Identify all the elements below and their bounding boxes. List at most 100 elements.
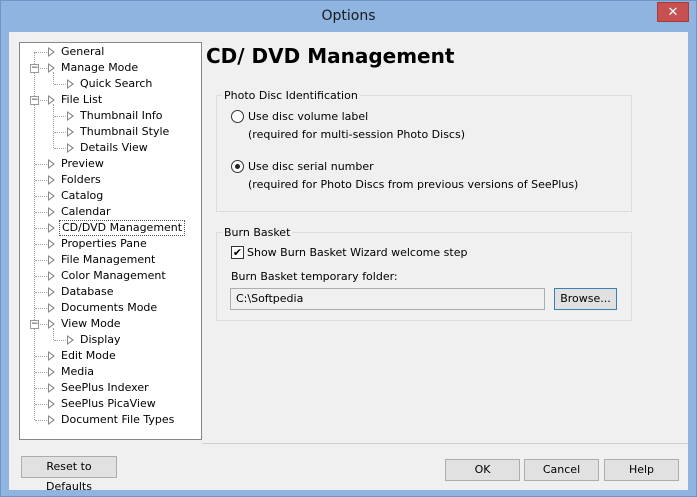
tree-node-icon: [48, 303, 55, 313]
cancel-button[interactable]: Cancel: [524, 459, 599, 481]
tree-branch-line: [35, 196, 47, 197]
tree-branch-line: [35, 292, 47, 293]
tree-node-icon: [48, 223, 55, 233]
tree-item[interactable]: Media: [20, 364, 201, 380]
tree-branch-line: [35, 308, 47, 309]
tree-node-icon: [48, 175, 55, 185]
tree-item-label: Catalog: [61, 189, 104, 202]
tree-item[interactable]: − View Mode: [20, 316, 201, 332]
disc-volume-label-note: (required for multi-session Photo Discs): [248, 128, 465, 141]
tree-node-icon: [67, 143, 74, 153]
browse-button[interactable]: Browse...: [554, 288, 617, 310]
tree-branch-line: [35, 388, 47, 389]
options-tree[interactable]: General − Manage Mode Quick Search − File Lis…: [19, 42, 202, 440]
reset-defaults-button[interactable]: Reset to Defaults: [21, 456, 117, 493]
tree-item-label: File List: [61, 93, 103, 106]
tree-branch-line: [54, 148, 66, 149]
tree-item[interactable]: Database: [20, 284, 201, 300]
tree-item[interactable]: SeePlus Indexer: [20, 380, 201, 396]
tree-item[interactable]: SeePlus PicaView: [20, 396, 201, 412]
window-title: Options: [321, 8, 376, 24]
tree-branch-line: [54, 84, 66, 85]
dialog-client-area: General − Manage Mode Quick Search − File Lis…: [9, 32, 688, 493]
burn-wizard-label[interactable]: Show Burn Basket Wizard welcome step: [247, 246, 467, 259]
burn-wizard-checkbox[interactable]: ✔: [231, 246, 244, 259]
tree-node-icon: [48, 255, 55, 265]
tree-item[interactable]: Catalog: [20, 188, 201, 204]
tree-branch-line: [35, 420, 47, 421]
tree-item[interactable]: Quick Search: [20, 76, 201, 92]
tree-item-label: Database: [61, 285, 114, 298]
disc-serial-number-radio[interactable]: [231, 160, 244, 173]
tree-node-icon: [48, 383, 55, 393]
tree-item-label: File Management: [61, 253, 156, 266]
tree-item[interactable]: Properties Pane: [20, 236, 201, 252]
tree-node-icon: [48, 319, 55, 329]
tree-item-label: SeePlus PicaView: [61, 397, 156, 410]
help-button[interactable]: Help: [604, 459, 679, 481]
tree-node-icon: [67, 111, 74, 121]
temp-folder-input[interactable]: C:\Softpedia: [230, 288, 545, 310]
tree-item-label: Edit Mode: [61, 349, 116, 362]
tree-collapse-icon[interactable]: −: [30, 96, 39, 105]
tree-node-icon: [48, 287, 55, 297]
tree-item[interactable]: Folders: [20, 172, 201, 188]
tree-branch-line: [54, 132, 66, 133]
tree-item-label: Quick Search: [80, 77, 153, 90]
disc-serial-number-note: (required for Photo Discs from previous …: [248, 178, 579, 191]
tree-item[interactable]: Display: [20, 332, 201, 348]
tree-branch-line: [54, 116, 66, 117]
tree-node-icon: [48, 47, 55, 57]
tree-item-label: Documents Mode: [61, 301, 158, 314]
tree-item[interactable]: Calendar: [20, 204, 201, 220]
tree-item-label: Details View: [80, 141, 148, 154]
tree-item-label: Display: [80, 333, 121, 346]
tree-item[interactable]: − File List: [20, 92, 201, 108]
tree-node-icon: [48, 415, 55, 425]
tree-item-label: Calendar: [61, 205, 111, 218]
close-button[interactable]: ✕: [657, 2, 689, 22]
tree-item-label: Media: [61, 365, 95, 378]
photo-disc-group-title: Photo Disc Identification: [222, 89, 360, 102]
tree-branch-line: [35, 404, 47, 405]
title-bar[interactable]: Options ✕: [1, 1, 696, 32]
tree-item[interactable]: Color Management: [20, 268, 201, 284]
tree-item[interactable]: Details View: [20, 140, 201, 156]
tree-node-icon: [67, 127, 74, 137]
tree-node-icon: [48, 95, 55, 105]
disc-serial-number-text[interactable]: Use disc serial number: [248, 160, 374, 173]
ok-button[interactable]: OK: [445, 459, 520, 481]
tree-item-label: Preview: [61, 157, 104, 170]
tree-collapse-icon[interactable]: −: [30, 64, 39, 73]
disc-volume-label-radio[interactable]: [231, 110, 244, 123]
tree-item[interactable]: CD/DVD Management: [20, 220, 201, 236]
tree-item-label: CD/DVD Management: [59, 220, 186, 236]
tree-item[interactable]: Thumbnail Style: [20, 124, 201, 140]
tree-collapse-icon[interactable]: −: [30, 320, 39, 329]
tree-branch-line: [35, 52, 47, 53]
tree-item-label: Properties Pane: [61, 237, 147, 250]
options-dialog: Options ✕ General − Manage Mode Quick Searc…: [0, 0, 697, 497]
tree-item[interactable]: Edit Mode: [20, 348, 201, 364]
tree-item-label: General: [61, 45, 105, 58]
tree-branch-line: [35, 244, 47, 245]
tree-node-icon: [48, 159, 55, 169]
tree-item-label: Folders: [61, 173, 101, 186]
tree-item[interactable]: General: [20, 44, 201, 60]
tree-item[interactable]: Preview: [20, 156, 201, 172]
tree-item[interactable]: Documents Mode: [20, 300, 201, 316]
tree-branch-line: [35, 356, 47, 357]
tree-node-icon: [48, 207, 55, 217]
tree-item[interactable]: − Manage Mode: [20, 60, 201, 76]
burn-basket-group-title: Burn Basket: [222, 226, 293, 239]
tree-node-icon: [48, 351, 55, 361]
tree-branch-line: [35, 260, 47, 261]
disc-volume-label-text[interactable]: Use disc volume label: [248, 110, 368, 123]
tree-item[interactable]: Document File Types: [20, 412, 201, 428]
tree-branch-line: [35, 212, 47, 213]
tree-branch-line: [54, 340, 66, 341]
tree-item[interactable]: File Management: [20, 252, 201, 268]
tree-node-icon: [48, 239, 55, 249]
tree-branch-line: [35, 228, 47, 229]
tree-item[interactable]: Thumbnail Info: [20, 108, 201, 124]
